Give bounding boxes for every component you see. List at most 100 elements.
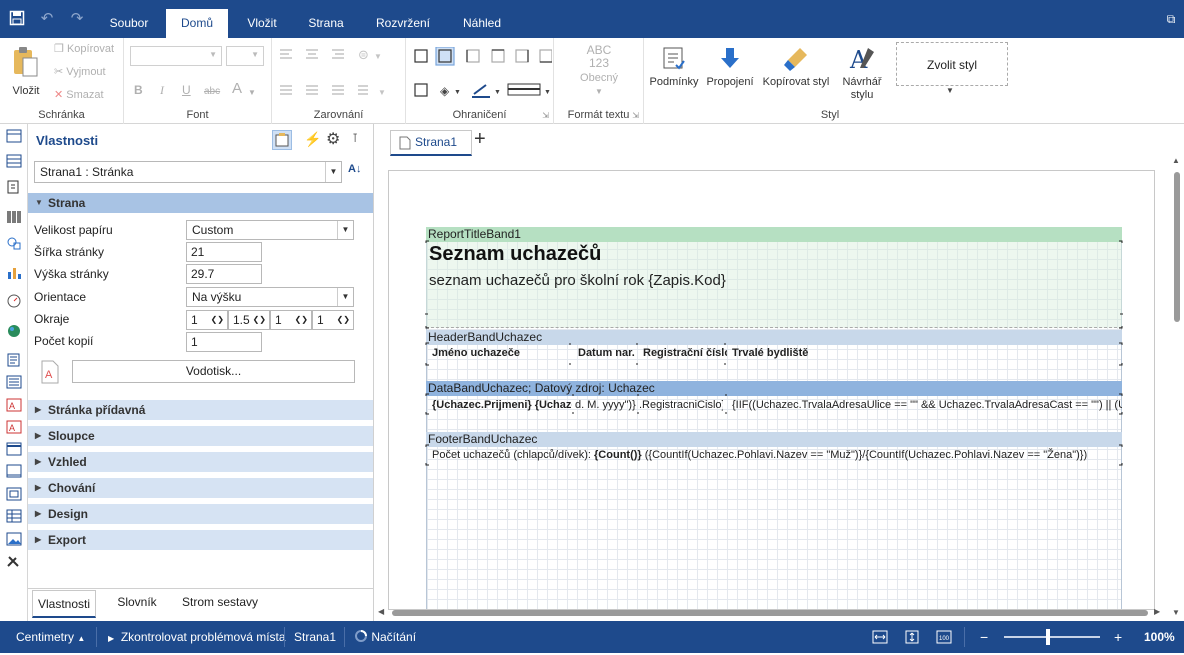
font-color-dropdown-icon[interactable]: ▼: [248, 86, 256, 99]
shapes-icon[interactable]: [6, 236, 22, 250]
scroll-left-icon[interactable]: ◀: [378, 607, 384, 616]
links-label: Propojení: [706, 76, 754, 88]
tab-strana1[interactable]: Strana1: [390, 130, 472, 156]
zoom-100-icon[interactable]: 100: [936, 630, 952, 644]
tab-domu[interactable]: Domů: [166, 9, 228, 38]
rich-editor-icon[interactable]: A: [6, 420, 22, 434]
table-icon[interactable]: [6, 509, 22, 523]
text-icon[interactable]: [6, 353, 22, 367]
pin-icon[interactable]: ⊺: [352, 131, 358, 145]
units-dropdown[interactable]: Centimetry ▲: [16, 621, 85, 655]
add-page-icon[interactable]: +: [474, 128, 486, 151]
fit-whole-page-icon[interactable]: [904, 630, 920, 644]
restore-window-icon[interactable]: ⧉: [1162, 10, 1180, 28]
fit-page-width-icon[interactable]: [872, 630, 888, 644]
margin-bottom-input[interactable]: 1 ❮❯: [312, 310, 354, 330]
align-bottom-icons[interactable]: ▼: [278, 84, 400, 98]
barcode-icon[interactable]: [6, 210, 22, 224]
category-export-label: Export: [48, 533, 87, 547]
conditions-button[interactable]: Podmínky: [648, 46, 700, 89]
tab-vlastnosti[interactable]: Vlastnosti: [32, 590, 96, 618]
zoom-level: 100%: [1144, 630, 1175, 644]
save-icon[interactable]: [8, 10, 26, 28]
tab-strom-sestavy[interactable]: Strom sestavy: [176, 589, 264, 621]
category-design[interactable]: ▶ Design: [28, 504, 373, 524]
gauge-icon[interactable]: [6, 294, 22, 308]
map-icon[interactable]: [6, 324, 22, 338]
components-icon[interactable]: [6, 180, 22, 194]
tab-nahled[interactable]: Náhled: [452, 0, 512, 38]
margin-left-input[interactable]: 1 ❮❯: [186, 310, 228, 330]
redo-icon[interactable]: ↷: [68, 10, 86, 28]
image-icon[interactable]: [6, 532, 22, 546]
category-sloupce[interactable]: ▶ Sloupce: [28, 426, 373, 446]
text-format-button[interactable]: ABC 123 Obecný ▼: [570, 44, 628, 98]
copy-button[interactable]: ❐ Kopírovat: [54, 43, 124, 56]
cross-band-icon[interactable]: [6, 154, 22, 168]
tab-rozvrzeni[interactable]: Rozvržení: [366, 0, 440, 38]
choose-style-box[interactable]: Zvolit styl: [896, 42, 1008, 86]
scroll-up-icon[interactable]: ▲: [1172, 156, 1180, 165]
zoom-slider-thumb[interactable]: [1046, 629, 1050, 645]
tab-slovnik[interactable]: Slovník: [106, 589, 168, 621]
copies-input[interactable]: 1: [186, 332, 262, 352]
undo-icon[interactable]: ↶: [38, 10, 56, 28]
settings-gear-icon[interactable]: ⚙: [326, 129, 340, 149]
vertical-scroll-thumb[interactable]: [1174, 172, 1180, 322]
events-icon[interactable]: ⚡: [304, 131, 321, 148]
style-designer-button[interactable]: A Návrhář stylu: [836, 46, 888, 102]
category-stranka-pridavna[interactable]: ▶ Stránka přídavná: [28, 400, 373, 420]
vertical-scrollbar[interactable]: ▲ ▼: [1171, 156, 1183, 621]
font-family-select[interactable]: ▼: [130, 46, 222, 66]
paper-size-select[interactable]: Custom ▼: [186, 220, 354, 240]
tab-strana[interactable]: Strana: [298, 0, 354, 38]
subreport-icon[interactable]: [6, 487, 22, 501]
rich-text-icon[interactable]: [6, 375, 22, 389]
paste-button[interactable]: Vložit: [6, 44, 46, 104]
margin-top-input[interactable]: 1 ❮❯: [270, 310, 312, 330]
tab-soubor[interactable]: Soubor: [100, 0, 158, 38]
clone-icon[interactable]: [6, 464, 22, 478]
cut-button[interactable]: ✂ Vyjmout: [54, 66, 124, 79]
italic-icon[interactable]: I: [160, 84, 164, 97]
category-strana[interactable]: ▼ Strana: [28, 193, 373, 213]
object-selector[interactable]: Strana1 : Stránka ▼: [34, 161, 342, 183]
sort-az-icon[interactable]: A↓: [348, 163, 361, 175]
underline-icon[interactable]: U: [182, 84, 191, 97]
font-size-select[interactable]: ▼: [226, 46, 264, 66]
chart-icon[interactable]: [6, 266, 22, 280]
page-height-input[interactable]: 29.7: [186, 264, 262, 284]
band-icon[interactable]: [6, 129, 22, 143]
font-color-icon[interactable]: A: [232, 81, 242, 96]
scroll-down-icon[interactable]: ▼: [1172, 608, 1180, 617]
horizontal-scrollbar[interactable]: ◀ ▶: [378, 606, 1164, 620]
category-chovani[interactable]: ▶ Chování: [28, 478, 373, 498]
panel-icon[interactable]: [6, 442, 22, 456]
zoom-out-icon[interactable]: −: [980, 621, 988, 653]
choose-style-dropdown-icon[interactable]: ▼: [946, 84, 954, 97]
bold-icon[interactable]: B: [134, 84, 143, 97]
text-in-cells-icon[interactable]: A: [6, 398, 22, 412]
category-export[interactable]: ▶ Export: [28, 530, 373, 550]
check-issues-button[interactable]: ▶ Zkontrolovat problémová místa: [108, 621, 286, 655]
delete-label: Smazat: [66, 89, 104, 101]
scroll-right-icon[interactable]: ▶: [1154, 607, 1160, 616]
border-style-icons[interactable]: ◈ ▼ ▼ ▼: [412, 82, 552, 100]
align-top-icons[interactable]: ⊜ ▼: [278, 48, 400, 62]
zoom-in-icon[interactable]: +: [1114, 621, 1122, 653]
properties-view-icon[interactable]: [272, 130, 292, 150]
tools-icon[interactable]: [6, 554, 22, 568]
margin-right-input[interactable]: 1.5 ❮❯: [228, 310, 270, 330]
zoom-slider[interactable]: [1004, 636, 1100, 638]
page-width-input[interactable]: 21: [186, 242, 262, 262]
category-vzhled[interactable]: ▶ Vzhled: [28, 452, 373, 472]
strikethrough-icon[interactable]: abc: [204, 85, 220, 98]
delete-button[interactable]: ✕ Smazat: [54, 89, 124, 102]
copy-style-button[interactable]: Kopírovat styl: [760, 46, 832, 89]
links-button[interactable]: Propojení: [704, 46, 756, 89]
tab-vlozit[interactable]: Vložit: [236, 0, 288, 38]
orientation-select[interactable]: Na výšku ▼: [186, 287, 354, 307]
watermark-button[interactable]: Vodotisk...: [72, 360, 355, 383]
horizontal-scroll-thumb[interactable]: [392, 610, 1148, 616]
border-side-icons[interactable]: [412, 47, 552, 67]
